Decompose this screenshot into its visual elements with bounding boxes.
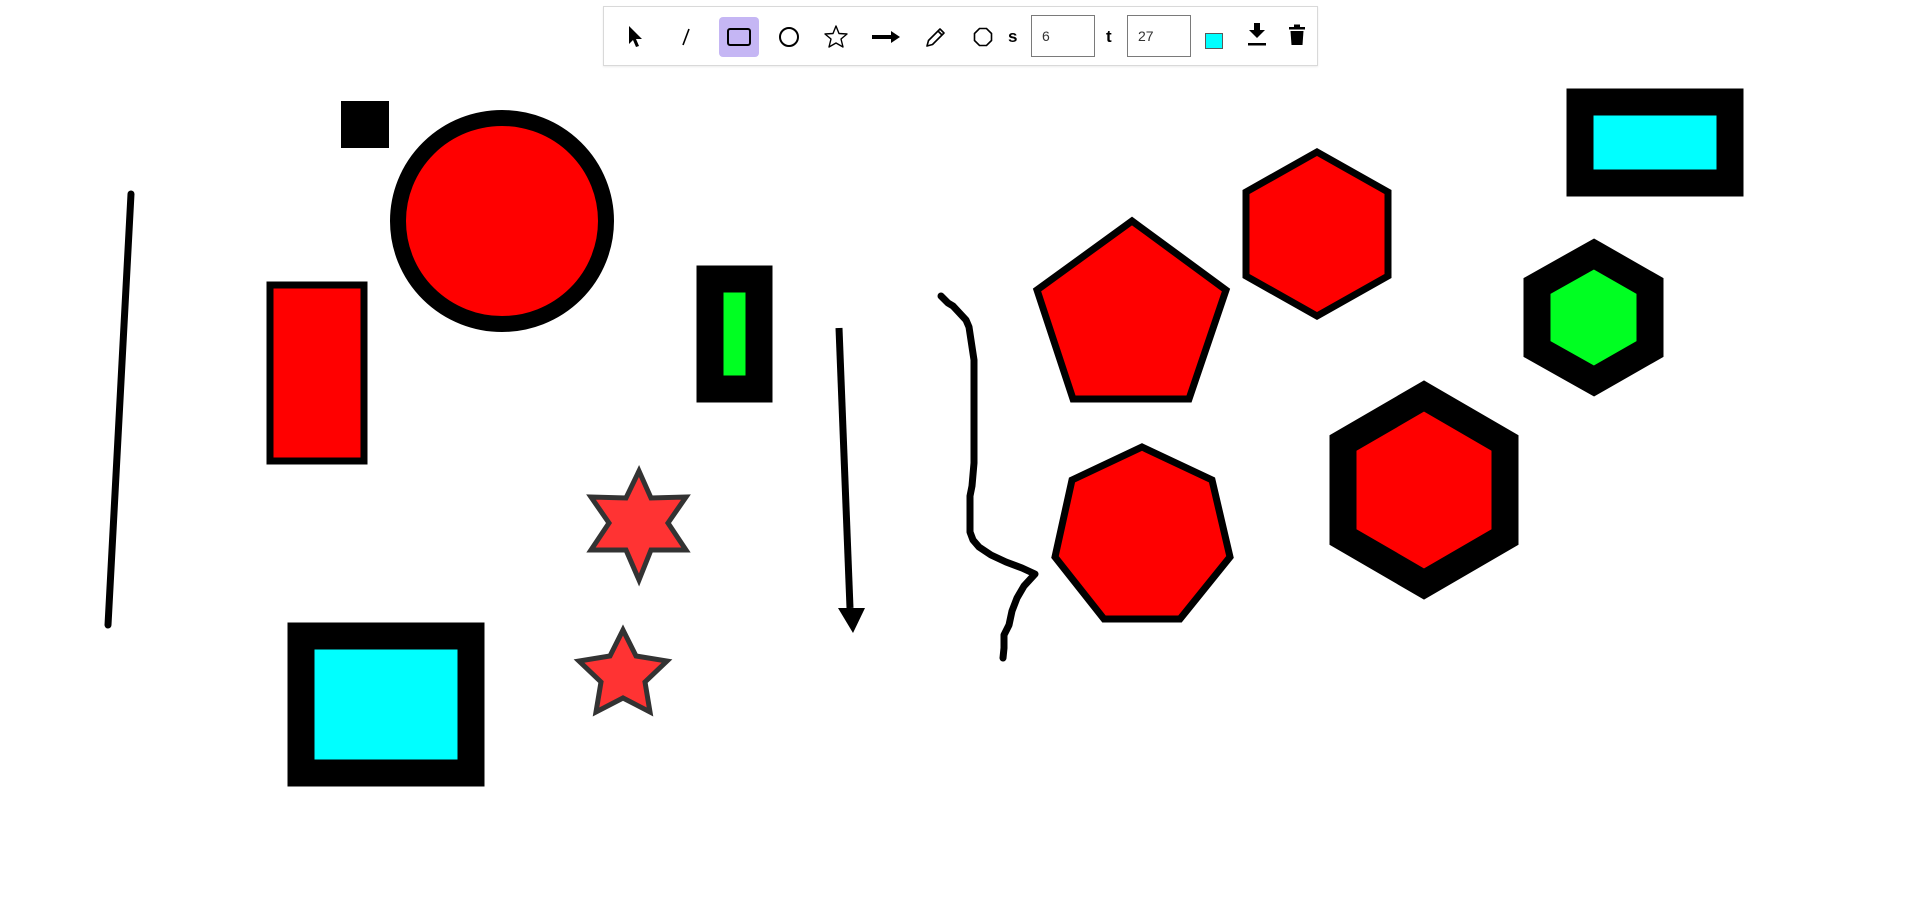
- trash-icon: [1288, 24, 1306, 51]
- line-icon: [676, 26, 696, 48]
- pencil-tool[interactable]: [916, 17, 956, 57]
- shape-circle[interactable]: [390, 110, 614, 332]
- select-tool[interactable]: [616, 17, 656, 57]
- circle-icon: [777, 25, 801, 49]
- star-tool[interactable]: [816, 17, 856, 57]
- shape-arrow-line[interactable]: [835, 327, 854, 609]
- shape-arrow-head[interactable]: [838, 608, 865, 633]
- rectangle-icon: [725, 26, 753, 48]
- shape-heptagon[interactable]: [1051, 443, 1234, 623]
- color-picker[interactable]: [1205, 33, 1223, 49]
- shape-star-six-point[interactable]: [586, 465, 691, 587]
- download-button[interactable]: [1244, 17, 1270, 57]
- delete-button[interactable]: [1284, 17, 1310, 57]
- star-icon: [823, 24, 849, 50]
- shape-hexagon-red-small[interactable]: [1242, 147, 1392, 321]
- shape-hexagon-red-large[interactable]: [1329, 380, 1519, 600]
- circle-tool[interactable]: [769, 17, 809, 57]
- polygon-tool[interactable]: [963, 17, 1003, 57]
- line-tool[interactable]: [666, 17, 706, 57]
- shape-hexagon-green[interactable]: [1523, 238, 1664, 397]
- drawing-canvas[interactable]: [0, 0, 1920, 916]
- arrow-icon: [870, 27, 902, 47]
- shape-cyan-rectangle-top[interactable]: [1566, 88, 1744, 197]
- shape-cyan-rectangle[interactable]: [287, 622, 485, 787]
- download-icon: [1246, 22, 1268, 53]
- shape-red-rectangle[interactable]: [266, 281, 368, 465]
- shape-freehand[interactable]: [937, 292, 1039, 662]
- shape-green-rectangle[interactable]: [696, 265, 773, 403]
- thickness-input[interactable]: [1127, 15, 1191, 57]
- sides-input[interactable]: [1031, 15, 1095, 57]
- rectangle-tool[interactable]: [719, 17, 759, 57]
- pencil-icon: [924, 25, 948, 49]
- sides-label: s: [1008, 27, 1018, 46]
- arrow-tool[interactable]: [866, 17, 906, 57]
- shape-small-square[interactable]: [341, 101, 389, 148]
- octagon-icon: [972, 26, 994, 48]
- cursor-icon: [625, 25, 647, 49]
- shape-star-five-point[interactable]: [573, 624, 673, 717]
- shape-pentagon[interactable]: [1032, 216, 1231, 403]
- toolbar: s t: [603, 6, 1318, 66]
- shape-line[interactable]: [104, 190, 135, 629]
- thickness-label: t: [1106, 27, 1112, 46]
